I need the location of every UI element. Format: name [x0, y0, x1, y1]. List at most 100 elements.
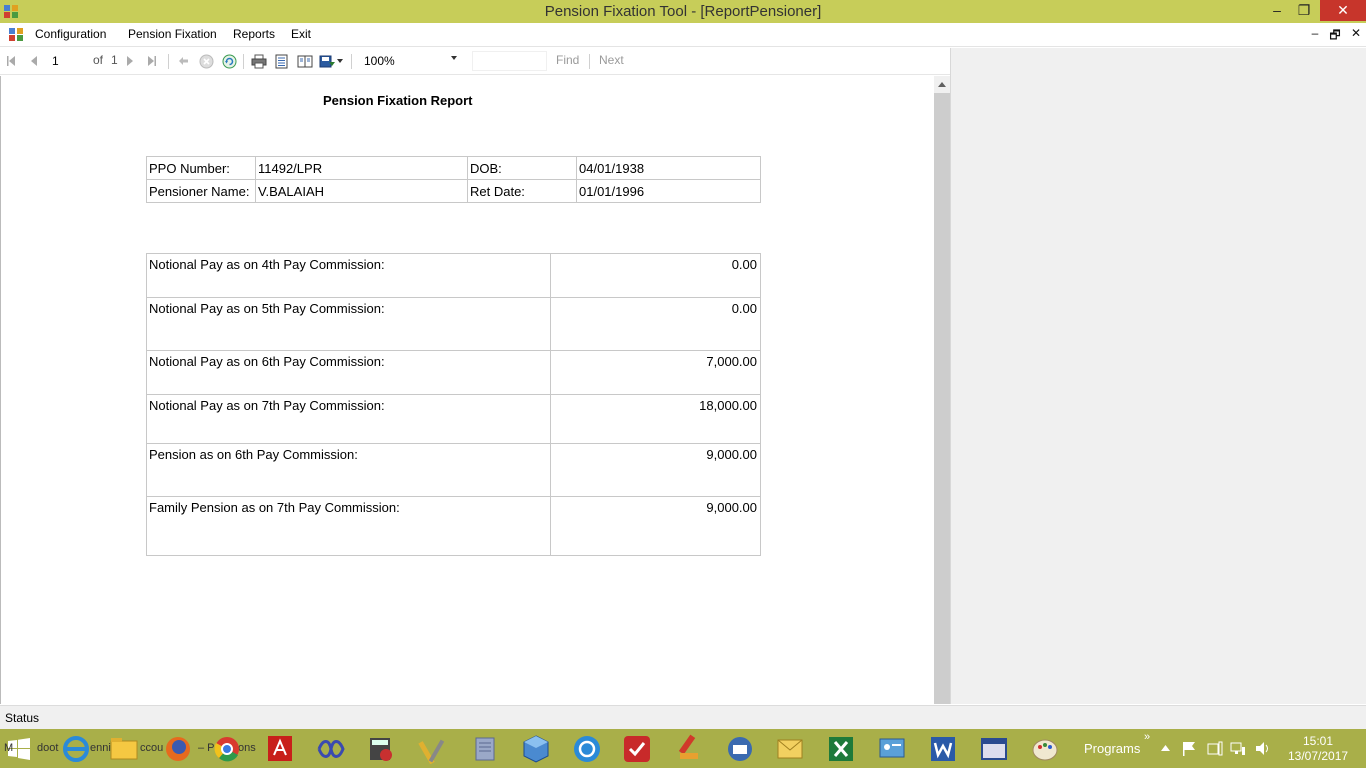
export-dropdown-icon[interactable]: [337, 59, 343, 63]
word-icon[interactable]: [927, 733, 959, 764]
dob-label: DOB:: [467, 156, 577, 180]
virtualbox-icon[interactable]: [520, 733, 552, 764]
table-row: Pension as on 6th Pay Commission: 9,000.…: [146, 443, 761, 497]
next-button[interactable]: Next: [599, 53, 624, 67]
row-label: Family Pension as on 7th Pay Commission:: [146, 496, 551, 556]
scroll-up-button[interactable]: [934, 76, 950, 93]
tools-icon[interactable]: [417, 733, 449, 764]
stop-icon[interactable]: [199, 54, 214, 69]
pensioner-info-table: PPO Number: 11492/LPR DOB: 04/01/1938 Pe…: [146, 156, 761, 203]
status-text: Status: [5, 711, 40, 725]
volume-icon[interactable]: [1255, 741, 1271, 756]
row-value: 7,000.00: [550, 350, 761, 395]
empty-pane: [950, 48, 1366, 704]
scroll-icon[interactable]: [469, 733, 501, 764]
clock-time: 15:01: [1302, 734, 1334, 748]
pensioner-name-label: Pensioner Name:: [146, 179, 256, 203]
ppo-number-value: 11492/LPR: [255, 156, 468, 180]
menu-bar: Configuration Pension Fixation Reports E…: [0, 23, 1366, 47]
print-layout-icon[interactable]: [274, 54, 289, 69]
export-icon[interactable]: [319, 54, 336, 69]
ccleaner-icon[interactable]: [674, 733, 706, 764]
chevron-down-icon[interactable]: [451, 56, 457, 60]
excel-icon[interactable]: [825, 733, 857, 764]
menu-exit[interactable]: Exit: [291, 27, 311, 41]
firefox-icon[interactable]: [162, 733, 194, 764]
chevron-up-icon[interactable]: [1161, 745, 1170, 751]
battery-icon[interactable]: [1207, 741, 1223, 756]
table-row: Pensioner Name: V.BALAIAH Ret Date: 01/0…: [146, 179, 761, 203]
next-page-icon[interactable]: [125, 56, 135, 66]
row-value: 0.00: [550, 253, 761, 298]
window-title: Pension Fixation Tool - [ReportPensioner…: [544, 3, 822, 20]
menu-reports[interactable]: Reports: [233, 27, 275, 41]
back-icon[interactable]: [178, 56, 189, 66]
settings-tool-icon[interactable]: [621, 733, 653, 764]
menu-pension-fixation[interactable]: Pension Fixation: [128, 27, 217, 41]
chrome-icon[interactable]: [211, 733, 243, 764]
taskbar-clock[interactable]: 15:01 13/07/2017: [1288, 734, 1348, 764]
row-label: Notional Pay as on 4th Pay Commission:: [146, 253, 551, 298]
report-title: Pension Fixation Report: [323, 93, 473, 108]
print-icon[interactable]: [251, 54, 267, 69]
toolbar-separator: [351, 54, 352, 69]
row-value: 18,000.00: [550, 394, 761, 444]
title-bar: Pension Fixation Tool - [ReportPensioner…: [0, 0, 1366, 23]
page-number-input[interactable]: [46, 51, 88, 70]
toolbar-separator: [168, 54, 169, 69]
table-row: Notional Pay as on 4th Pay Commission: 0…: [146, 253, 761, 298]
sync-icon[interactable]: [571, 733, 603, 764]
find-button[interactable]: Find: [556, 53, 579, 67]
close-button[interactable]: ✕: [1320, 0, 1366, 21]
last-page-icon[interactable]: [147, 56, 157, 66]
row-label: Notional Pay as on 7th Pay Commission:: [146, 394, 551, 444]
row-label: Pension as on 6th Pay Commission:: [146, 443, 551, 497]
mdi-minimize-button[interactable]: –: [1307, 26, 1323, 40]
vertical-scrollbar[interactable]: [934, 76, 950, 704]
internet-explorer-icon[interactable]: [60, 733, 92, 764]
calculator-icon[interactable]: [364, 733, 396, 764]
report-viewer: Pension Fixation Report PPO Number: 1149…: [0, 76, 934, 704]
dob-value: 04/01/1938: [576, 156, 761, 180]
refresh-icon[interactable]: [222, 54, 237, 69]
status-bar: Status: [0, 705, 1366, 729]
row-value: 0.00: [550, 297, 761, 351]
table-row: Notional Pay as on 5th Pay Commission: 0…: [146, 297, 761, 351]
row-value: 9,000.00: [550, 496, 761, 556]
taskbar-ghost-text: doot: [37, 742, 59, 754]
mdi-close-button[interactable]: ✕: [1348, 26, 1364, 40]
mdi-restore-button[interactable]: 🗗: [1327, 26, 1343, 47]
row-label: Notional Pay as on 5th Pay Commission:: [146, 297, 551, 351]
prev-page-icon[interactable]: [29, 56, 39, 66]
ppo-number-label: PPO Number:: [146, 156, 256, 180]
chevron-up-icon: [938, 82, 946, 87]
table-row: Family Pension as on 7th Pay Commission:…: [146, 496, 761, 556]
report-toolbar: of 1 100% Find Next: [0, 48, 950, 75]
minimize-button[interactable]: –: [1262, 0, 1292, 21]
menu-configuration[interactable]: Configuration: [35, 27, 106, 41]
file-explorer-icon[interactable]: [108, 733, 140, 764]
toolbar-separator: [243, 54, 244, 69]
thunderbird-icon[interactable]: [724, 733, 756, 764]
page-setup-icon[interactable]: [297, 54, 313, 69]
total-pages: 1: [111, 53, 118, 67]
flag-icon[interactable]: [1182, 741, 1196, 756]
paint-icon[interactable]: [1029, 733, 1061, 764]
network-icon[interactable]: [1230, 741, 1246, 756]
control-panel-icon[interactable]: [876, 733, 908, 764]
zoom-select[interactable]: 100%: [360, 51, 462, 71]
outlook-icon[interactable]: [774, 733, 806, 764]
first-page-icon[interactable]: [6, 56, 16, 66]
pay-fixation-table: Notional Pay as on 4th Pay Commission: 0…: [146, 253, 761, 556]
taskbar-ghost-text: M: [4, 742, 14, 754]
pensioner-name-value: V.BALAIAH: [255, 179, 468, 203]
programs-toolbar-label[interactable]: Programs: [1084, 741, 1140, 756]
find-input[interactable]: [472, 51, 547, 71]
acrobat-icon[interactable]: [264, 733, 296, 764]
app-window-icon[interactable]: [978, 733, 1010, 764]
visual-studio-icon[interactable]: [315, 733, 347, 764]
toolbar-chevron[interactable]: »: [1144, 731, 1150, 743]
table-row: Notional Pay as on 6th Pay Commission: 7…: [146, 350, 761, 395]
mdi-child-icon[interactable]: [9, 28, 23, 41]
maximize-button[interactable]: ❐: [1290, 0, 1318, 21]
